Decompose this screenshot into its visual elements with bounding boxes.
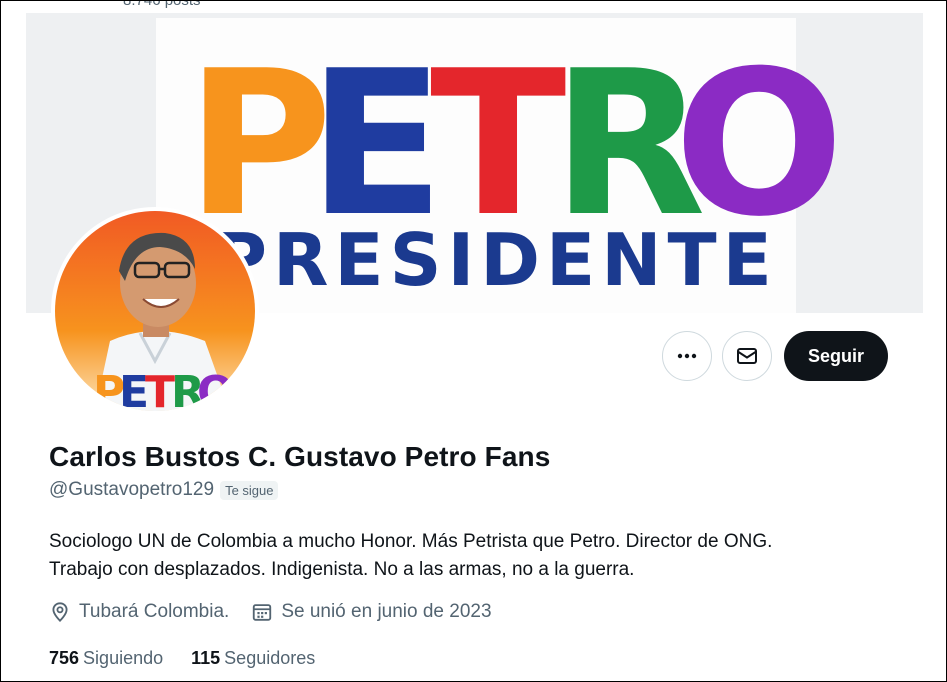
more-horizontal-icon (677, 353, 697, 359)
followers-count: 115 (191, 648, 221, 668)
more-options-button[interactable] (662, 331, 712, 381)
followers-label: Seguidores (224, 648, 316, 668)
follow-button[interactable]: Seguir (784, 331, 889, 381)
avatar-image: PETRO (55, 211, 255, 411)
following-label: Siguiendo (83, 648, 164, 668)
profile-actions: Seguir (662, 331, 889, 381)
location-text: Tubará Colombia. (79, 601, 230, 622)
display-name: Carlos Bustos C. Gustavo Petro Fans (49, 441, 551, 472)
handle-row: @Gustavopetro129 Te sigue (49, 479, 279, 501)
avatar-letter-o: O (197, 367, 234, 411)
profile-bio: Sociologo UN de Colombia a mucho Honor. … (49, 531, 773, 580)
profile-page: 8.746 posts PETRO PRESIDENTE P E T R O S… (0, 0, 947, 682)
joined-text: Se unió en junio de 2023 (281, 601, 492, 622)
joined-item: Se unió en junio de 2023 (251, 601, 492, 623)
followers-link[interactable]: 115 Seguidores (191, 648, 315, 669)
location-pin-icon (52, 602, 68, 622)
username-handle: @Gustavopetro129 (49, 479, 215, 500)
follows-you-badge: Te sigue (220, 480, 279, 500)
post-count-partial: 8.746 posts (123, 0, 201, 9)
avatar[interactable]: PETRO (51, 207, 259, 415)
calendar-icon (253, 604, 272, 621)
following-count: 756 (49, 648, 80, 668)
banner-subtitle: PRESIDENTE (214, 218, 778, 302)
follow-stats: 756 Siguiendo 115 Seguidores (49, 648, 315, 669)
message-button[interactable] (722, 331, 772, 381)
following-link[interactable]: 756 Siguiendo (49, 648, 163, 669)
profile-meta: Tubará Colombia. Se unió en junio de 202… (49, 601, 514, 623)
mail-icon (737, 348, 757, 364)
location-item: Tubará Colombia. (49, 601, 229, 623)
